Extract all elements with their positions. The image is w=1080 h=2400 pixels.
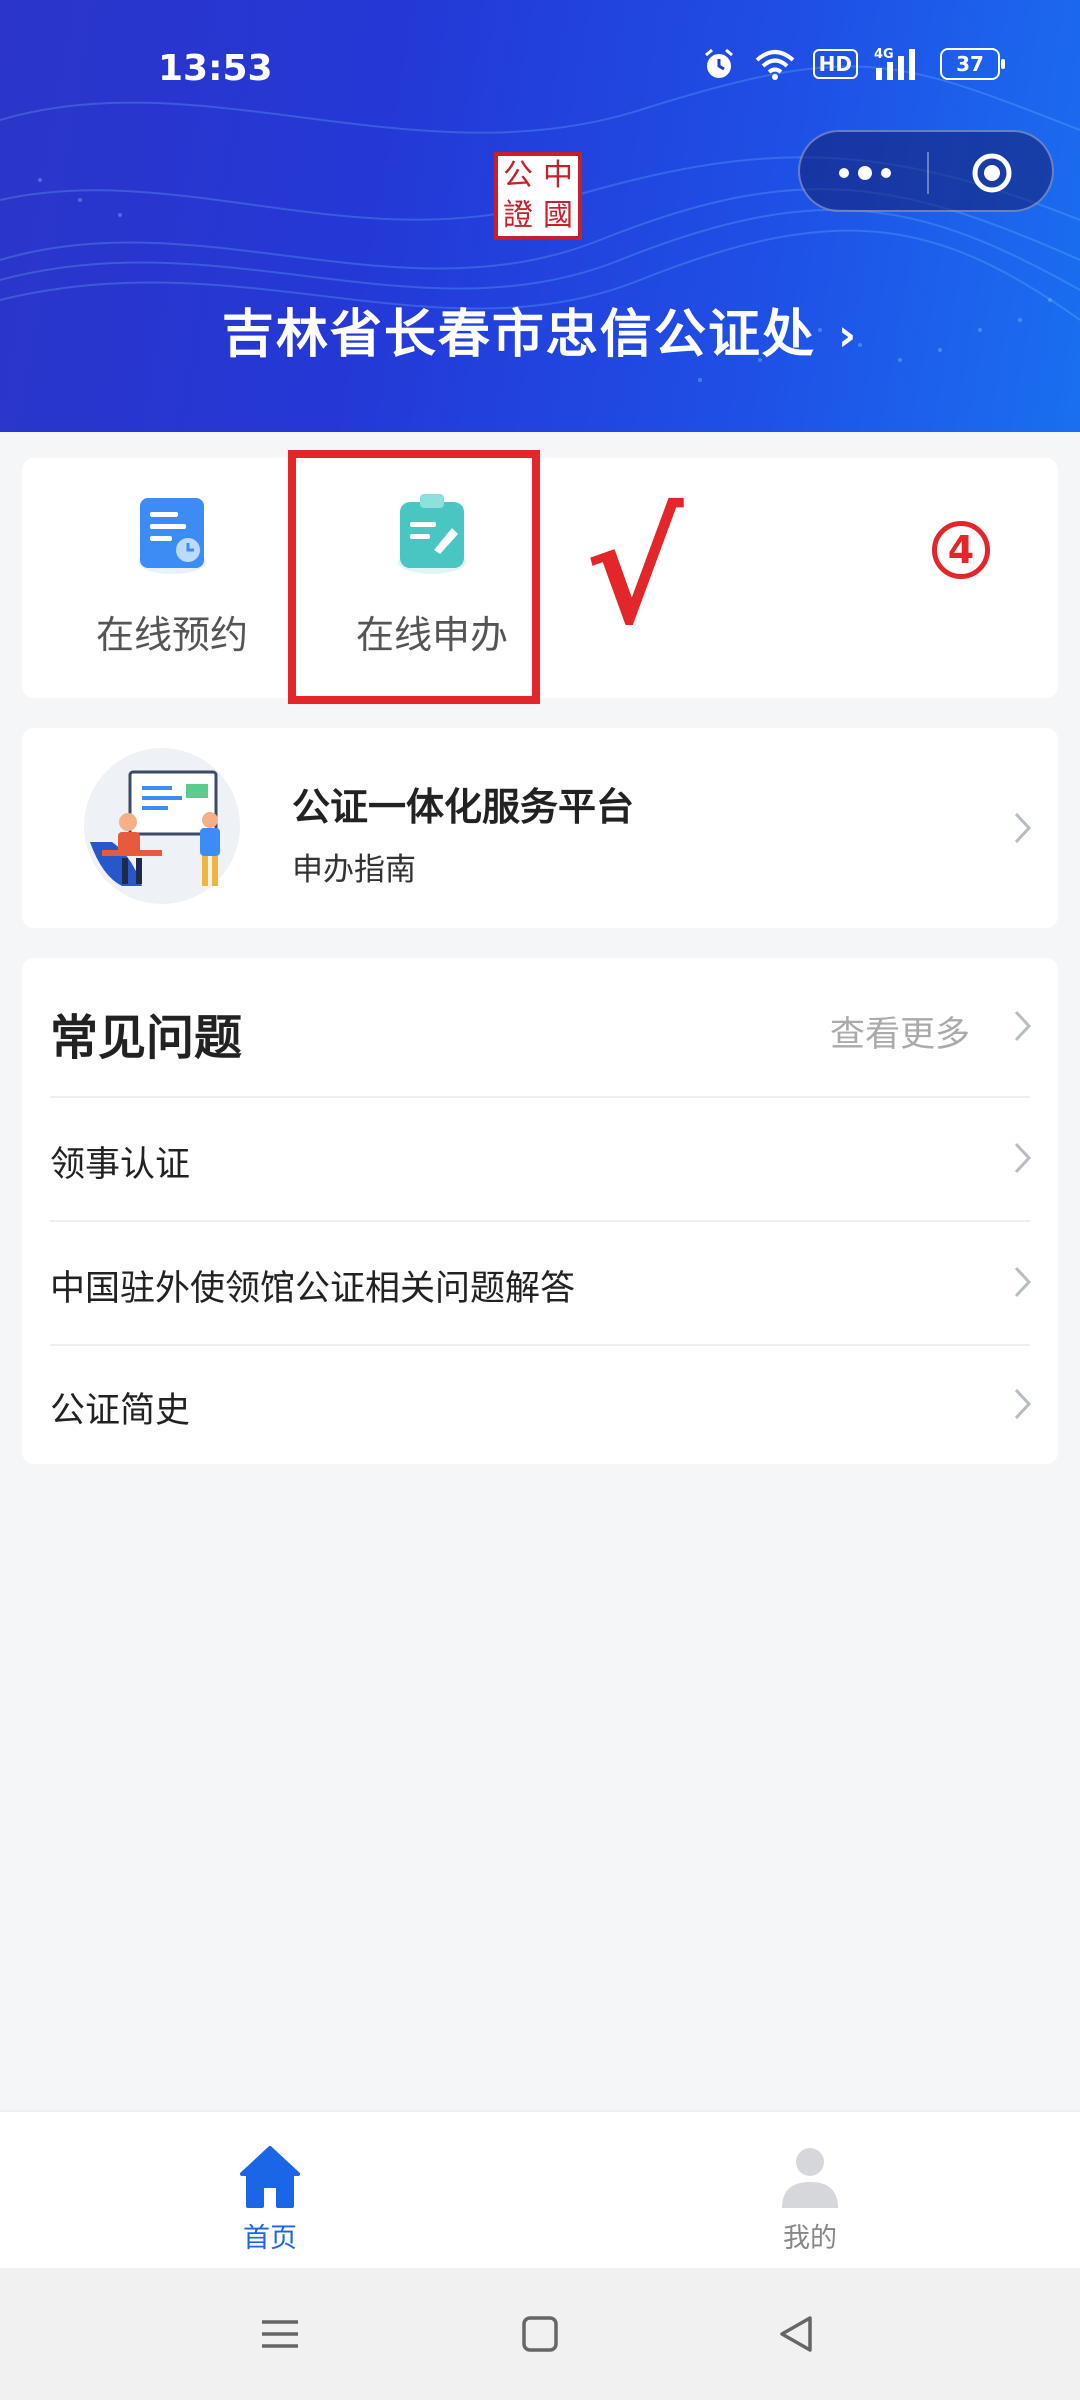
tab-home[interactable]: 首页 (170, 2112, 370, 2270)
chevron-right-icon (1014, 1010, 1032, 1042)
service-label: 在线预约 (95, 613, 248, 657)
status-time: 13:53 (158, 48, 273, 89)
chevron-right-icon (1014, 812, 1032, 844)
faq-item-label: 中国驻外使领馆公证相关问题解答 (50, 1269, 576, 1309)
annotation-highlight-box (288, 450, 540, 704)
faq-item[interactable]: 公证简史 (22, 1344, 1058, 1466)
battery-icon: 37 (940, 48, 1005, 80)
user-icon (782, 2148, 838, 2208)
miniprogram-capsule (798, 130, 1054, 212)
seal-char: 國 (543, 198, 573, 233)
chevron-right-icon (1014, 1142, 1032, 1174)
back-triangle-icon[interactable] (768, 2306, 824, 2362)
signal-4g-icon: 4G (874, 46, 924, 82)
tab-mine[interactable]: 我的 (710, 2112, 910, 2270)
home-icon (240, 2146, 300, 2208)
network-type-text: 4G (874, 47, 894, 62)
chevron-right-icon (1014, 1266, 1032, 1298)
online-appointment-button[interactable]: 在线预约 (62, 458, 282, 698)
annotation-step-number: 4 (932, 521, 990, 579)
org-title-link[interactable]: 吉林省长春市忠信公证处 › (0, 292, 1080, 367)
close-target-icon[interactable] (962, 152, 1022, 194)
faq-item-label: 领事认证 (50, 1145, 191, 1185)
faq-header: 常见问题 查看更多 (22, 958, 1058, 1096)
faq-item[interactable]: 中国驻外使领馆公证相关问题解答 (22, 1222, 1058, 1344)
notary-seal-logo: 公 中 證 國 (494, 152, 582, 240)
platform-title: 公证一体化服务平台 (292, 785, 635, 829)
tab-label: 首页 (243, 2223, 297, 2254)
chevron-right-icon: › (837, 310, 859, 361)
faq-title: 常见问题 (50, 1010, 243, 1066)
bottom-tab-bar: 首页 我的 (0, 2110, 1080, 2268)
alarm-icon (701, 46, 737, 82)
hd-icon: HD (812, 49, 858, 79)
wifi-icon (753, 46, 797, 82)
capsule-divider (927, 152, 929, 194)
chevron-right-icon (1014, 1388, 1032, 1420)
appointment-icon (138, 498, 206, 574)
platform-illustration (84, 748, 240, 904)
platform-subtitle: 申办指南 (292, 852, 416, 888)
seal-char: 中 (543, 158, 573, 193)
system-navigation-bar (0, 2268, 1080, 2400)
seal-char: 證 (503, 198, 533, 233)
more-icon[interactable] (830, 152, 900, 194)
faq-more-link[interactable]: 查看更多 (830, 1006, 970, 1057)
header-banner: 13:53 HD 4G 37 公 中 證 國 吉林省长春市忠信公证处 › (0, 0, 1080, 432)
faq-card: 常见问题 查看更多 领事认证 中国驻外使领馆公证相关问题解答 公证简史 (22, 958, 1058, 1464)
home-square-icon[interactable] (512, 2306, 568, 2362)
platform-card[interactable]: 公证一体化服务平台 申办指南 (22, 728, 1058, 928)
services-card: 在线预约 在线申办 (22, 458, 1058, 698)
menu-icon[interactable] (252, 2306, 308, 2362)
faq-item-label: 公证简史 (50, 1391, 191, 1431)
org-title: 吉林省长春市忠信公证处 (221, 305, 816, 365)
seal-char: 公 (503, 158, 533, 193)
annotation-check-mark: √ (585, 482, 684, 658)
tab-label: 我的 (783, 2223, 837, 2254)
status-icons: HD 4G 37 (701, 46, 1005, 82)
faq-item[interactable]: 领事认证 (22, 1098, 1058, 1220)
